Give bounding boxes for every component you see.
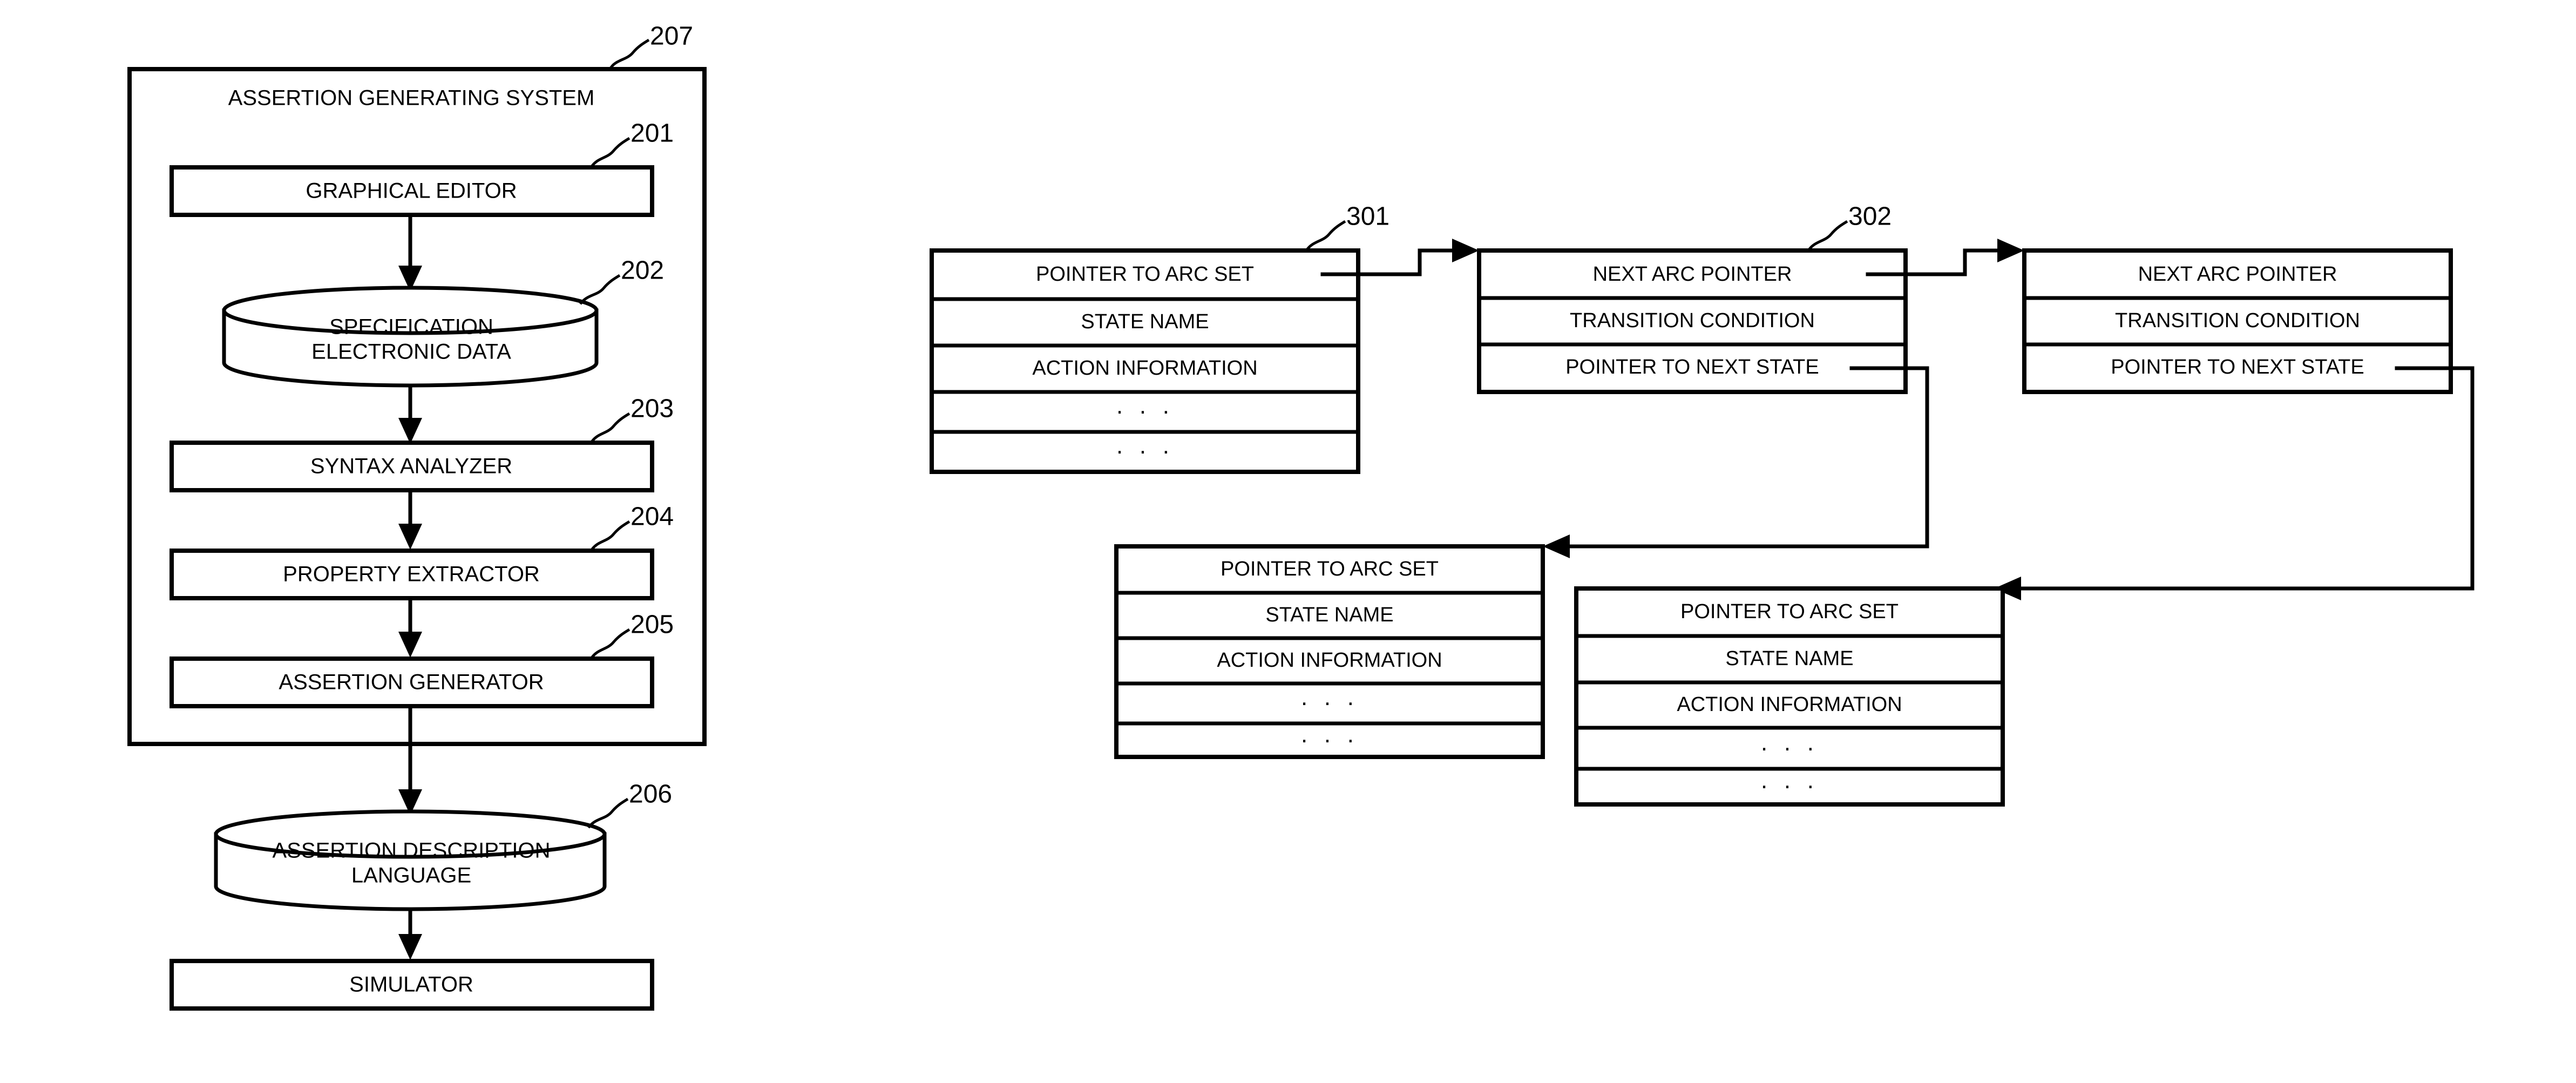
label-specification-line2: ELECTRONIC DATA — [311, 340, 511, 364]
label-property-extractor: PROPERTY EXTRACTOR — [283, 563, 540, 586]
arc2-row-transition-condition: TRANSITION CONDITION — [2115, 309, 2360, 332]
state3-row-state-name: STATE NAME — [1725, 647, 1853, 670]
arc1-row-next-arc-pointer: NEXT ARC POINTER — [1593, 263, 1792, 286]
ref-number-302: 302 — [1848, 202, 1892, 231]
state1-row-ellipsis-2: · · · — [1116, 438, 1174, 464]
state1-row-action-information: ACTION INFORMATION — [1032, 357, 1257, 380]
state1-row-state-name: STATE NAME — [1081, 310, 1209, 333]
label-specification-line1: SPECIFICATION — [329, 315, 493, 339]
ref-number-202: 202 — [621, 256, 664, 285]
state1-row-ellipsis-1: · · · — [1116, 398, 1174, 424]
state2-row-ellipsis-2: · · · — [1300, 727, 1359, 753]
state2-row-ellipsis-1: · · · — [1300, 689, 1359, 716]
ref-number-201: 201 — [631, 119, 674, 148]
system-title-label: ASSERTION GENERATING SYSTEM — [228, 86, 595, 110]
ref-number-301: 301 — [1346, 202, 1389, 231]
label-adl-line2: LANGUAGE — [351, 864, 471, 888]
state3-row-ellipsis-2: · · · — [1760, 773, 1819, 799]
state3-row-pointer-to-arc-set: POINTER TO ARC SET — [1680, 600, 1899, 623]
label-simulator: SIMULATOR — [349, 973, 473, 997]
ref-number-203: 203 — [631, 395, 674, 423]
arc2-row-pointer-to-next-state: POINTER TO NEXT STATE — [2111, 356, 2364, 378]
arc1-row-pointer-to-next-state: POINTER TO NEXT STATE — [1565, 356, 1819, 378]
label-assertion-generator: ASSERTION GENERATOR — [279, 671, 544, 694]
state2-row-pointer-to-arc-set: POINTER TO ARC SET — [1221, 558, 1439, 580]
patent-figure-canvas: 207 201 202 203 204 205 206 ASSERTION GE… — [0, 0, 2576, 1083]
label-adl-line1: ASSERTION DESCRIPTION — [273, 839, 551, 863]
state2-row-state-name: STATE NAME — [1265, 604, 1393, 626]
ref-number-207: 207 — [650, 22, 693, 51]
ref-number-206: 206 — [629, 780, 672, 809]
state3-row-ellipsis-1: · · · — [1760, 735, 1819, 761]
arc2-row-next-arc-pointer: NEXT ARC POINTER — [2138, 263, 2337, 286]
ref-number-204: 204 — [631, 503, 674, 531]
state3-row-action-information: ACTION INFORMATION — [1677, 693, 1902, 716]
state2-row-action-information: ACTION INFORMATION — [1217, 649, 1442, 672]
arc1-row-transition-condition: TRANSITION CONDITION — [1570, 309, 1815, 332]
label-graphical-editor: GRAPHICAL EDITOR — [306, 179, 517, 203]
state1-row-pointer-to-arc-set: POINTER TO ARC SET — [1036, 263, 1254, 286]
label-syntax-analyzer: SYNTAX ANALYZER — [310, 455, 512, 478]
diagram-text-layer: 207 201 202 203 204 205 206 ASSERTION GE… — [228, 22, 2364, 997]
ref-number-205: 205 — [631, 611, 674, 639]
